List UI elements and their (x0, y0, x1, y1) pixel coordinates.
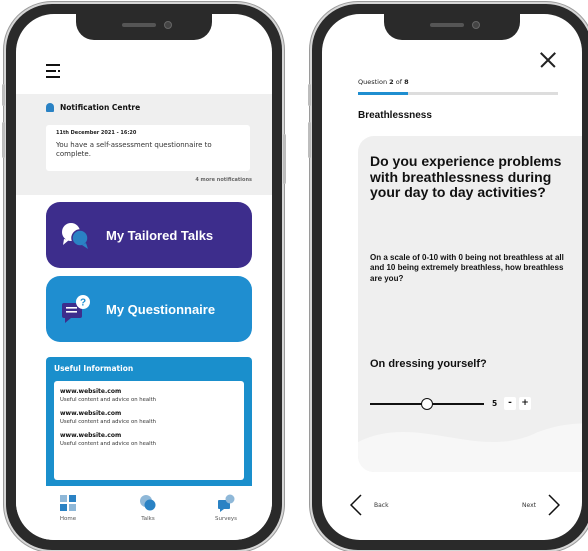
notification-centre: Notification Centre 11th December 2021 -… (16, 94, 272, 195)
website-link[interactable]: www.website.com (60, 410, 238, 417)
decrement-button[interactable]: - (504, 397, 516, 410)
useful-information-title: Useful Information (54, 364, 134, 373)
slider-thumb[interactable] (421, 398, 433, 410)
slider-value: 5 (492, 399, 498, 408)
chevron-left-icon (350, 494, 362, 516)
stage: Notification Centre 11th December 2021 -… (0, 0, 588, 551)
progress-total: 8 (404, 78, 409, 86)
question-category-heading: Breathlessness (358, 110, 432, 121)
next-button[interactable]: Next (522, 494, 560, 516)
chevron-right-icon (548, 494, 560, 516)
tab-home-label: Home (59, 516, 77, 522)
list-item[interactable]: www.website.com Useful content and advic… (60, 432, 238, 447)
phone-side-button (308, 84, 311, 106)
phone-notch (384, 14, 520, 40)
question-progress-text: Question 2 of 8 (358, 78, 409, 86)
talks-icon (139, 494, 157, 512)
tab-surveys[interactable]: Surveys (206, 494, 246, 522)
notification-card[interactable]: 11th December 2021 - 16:20 You have a se… (46, 125, 250, 171)
notification-message: You have a self-assessment questionnaire… (56, 141, 212, 158)
home-screen: Notification Centre 11th December 2021 -… (16, 14, 272, 540)
question-screen: Question 2 of 8 Breathlessness Do you ex… (322, 14, 582, 540)
website-description: Useful content and advice on health (60, 419, 157, 425)
phone-left: Notification Centre 11th December 2021 -… (2, 4, 286, 550)
progress-of: of (393, 78, 405, 86)
phone-notch (76, 14, 212, 40)
phone-side-button (308, 122, 311, 158)
list-item[interactable]: www.website.com Useful content and advic… (60, 410, 238, 425)
tab-home[interactable]: Home (48, 494, 88, 522)
increment-button[interactable]: + (519, 397, 531, 410)
website-description: Useful content and advice on health (60, 441, 157, 447)
useful-information-list: www.website.com Useful content and advic… (54, 381, 244, 480)
question-description: On a scale of 0-10 with 0 being not brea… (370, 253, 564, 283)
bell-icon (46, 103, 54, 112)
svg-text:?: ? (80, 298, 86, 309)
tab-talks[interactable]: Talks (128, 494, 168, 522)
my-questionnaire-button[interactable]: ? My Questionnaire (46, 276, 252, 342)
more-notifications-link[interactable]: 4 more notifications (195, 177, 252, 183)
website-description: Useful content and advice on health (60, 397, 157, 403)
question-text: Do you experience problems with breathle… (370, 153, 562, 201)
question-chat-icon: ? (60, 293, 92, 325)
next-label: Next (522, 501, 536, 509)
website-link[interactable]: www.website.com (60, 388, 238, 395)
menu-icon[interactable] (46, 64, 62, 78)
bottom-tab-bar: Home Talks Surveys (16, 486, 272, 540)
tab-talks-label: Talks (141, 516, 155, 522)
my-tailored-talks-button[interactable]: My Tailored Talks (46, 202, 252, 268)
website-link[interactable]: www.website.com (60, 432, 238, 439)
phone-side-button (2, 84, 5, 106)
phone-side-button (2, 122, 5, 158)
close-icon[interactable] (540, 52, 556, 68)
decorative-wave (358, 423, 582, 472)
notification-date: 11th December 2021 - 16:20 (56, 130, 137, 136)
useful-information-panel: Useful Information www.website.com Usefu… (46, 357, 252, 490)
my-questionnaire-label: My Questionnaire (106, 301, 216, 317)
my-tailored-talks-label: My Tailored Talks (106, 227, 214, 243)
back-button[interactable]: Back (350, 494, 389, 516)
surveys-icon (217, 494, 235, 512)
phone-side-button (283, 134, 286, 184)
back-label: Back (374, 501, 389, 509)
notification-centre-title: Notification Centre (60, 103, 141, 112)
sub-question-text: On dressing yourself? (370, 358, 487, 370)
home-icon (59, 494, 77, 512)
progress-bar-fill (358, 92, 408, 95)
progress-prefix: Question (358, 78, 390, 86)
tab-surveys-label: Surveys (215, 516, 237, 522)
chat-bubbles-icon (60, 219, 92, 251)
breathlessness-slider[interactable] (370, 398, 484, 410)
progress-bar (358, 92, 558, 95)
phone-right: Question 2 of 8 Breathlessness Do you ex… (308, 4, 588, 550)
question-card: Do you experience problems with breathle… (358, 136, 582, 472)
list-item[interactable]: www.website.com Useful content and advic… (60, 388, 238, 403)
